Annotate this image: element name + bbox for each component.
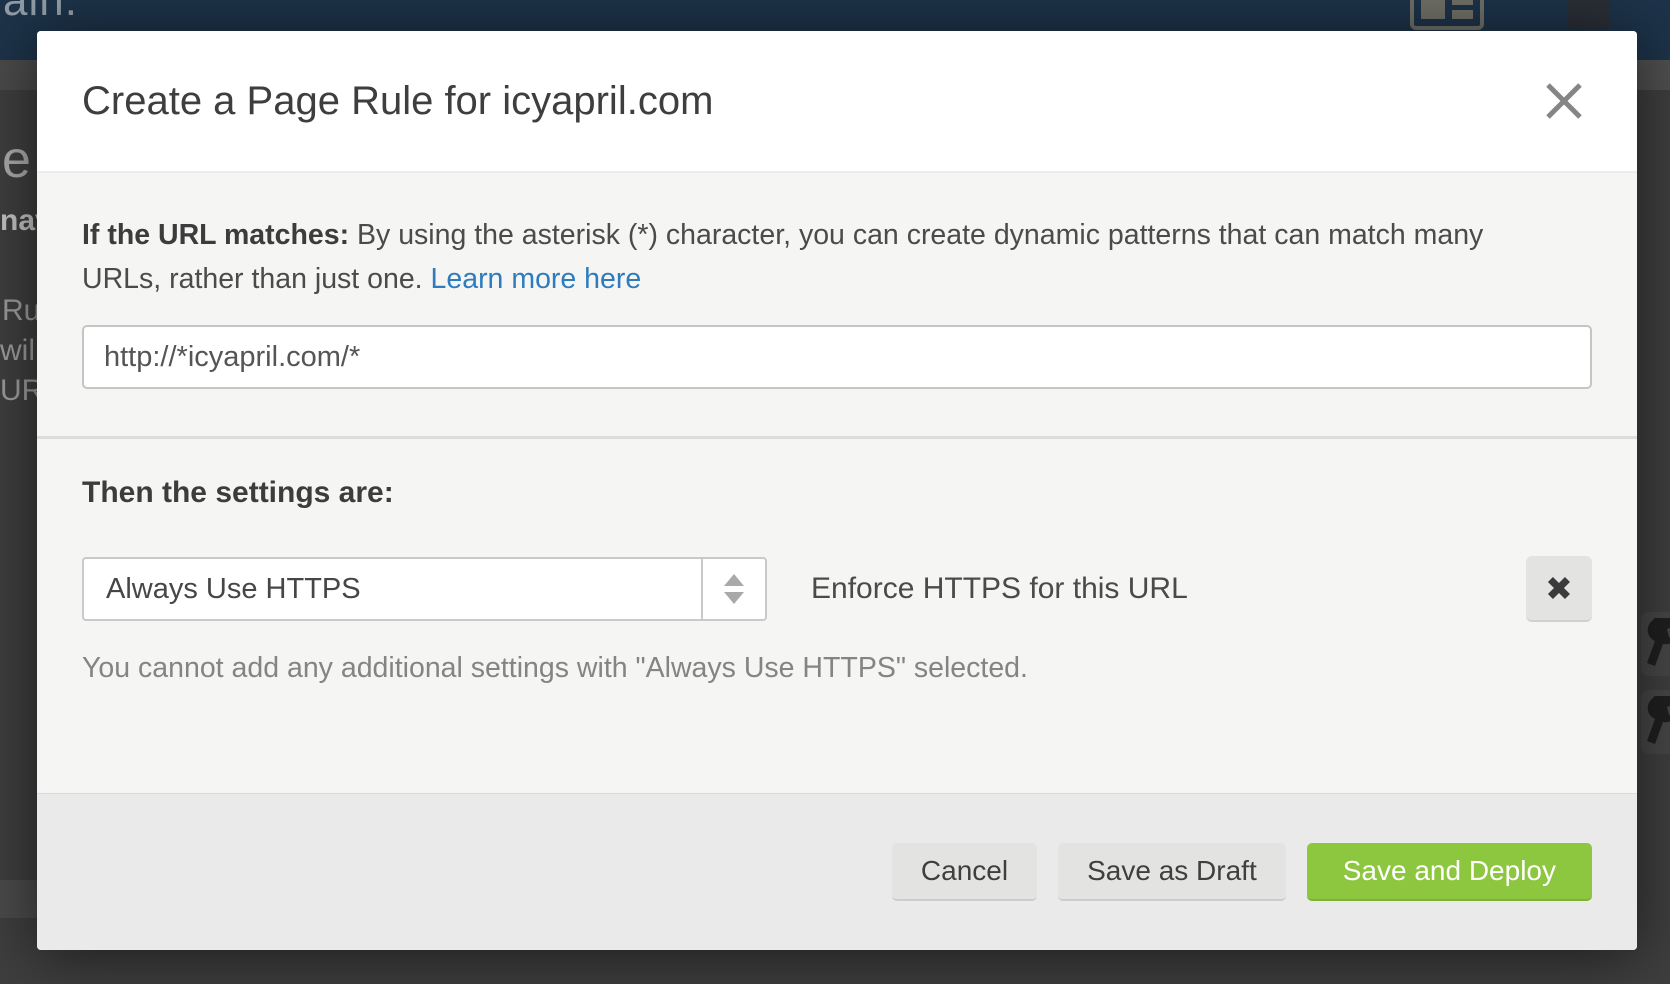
background-domain-text-fragment: ain. [3, 0, 78, 26]
settings-heading: Then the settings are: [82, 476, 1592, 510]
chevron-down-icon [724, 592, 744, 604]
create-page-rule-modal: Create a Page Rule for icyapril.com If t… [37, 31, 1637, 950]
chevron-up-icon [724, 574, 744, 586]
save-as-draft-button[interactable]: Save as Draft [1058, 843, 1286, 901]
url-pattern-input[interactable] [82, 325, 1592, 389]
setting-select-value: Always Use HTTPS [84, 573, 701, 606]
cancel-button[interactable]: Cancel [892, 843, 1037, 901]
setting-description: Enforce HTTPS for this URL [811, 572, 1188, 606]
select-stepper-icon[interactable] [701, 559, 765, 619]
background-band-left-bottom [0, 880, 37, 918]
background-setting-row [1641, 690, 1670, 754]
save-and-deploy-button[interactable]: Save and Deploy [1307, 843, 1592, 901]
background-band-left [0, 60, 37, 90]
modal-body: If the URL matches: By using the asteris… [37, 173, 1637, 685]
url-match-label: If the URL matches: [82, 219, 349, 251]
background-text-fragment: will [0, 334, 42, 368]
modal-footer: Cancel Save as Draft Save and Deploy [37, 793, 1637, 950]
background-text-fragment: e [2, 130, 31, 190]
background-setting-row [1641, 612, 1670, 676]
layout-columns-icon [1410, 0, 1484, 30]
setting-select[interactable]: Always Use HTTPS [82, 557, 767, 621]
setting-note: You cannot add any additional settings w… [82, 652, 1592, 685]
remove-setting-button[interactable]: ✖ [1526, 556, 1592, 622]
learn-more-link[interactable]: Learn more here [431, 263, 642, 295]
remove-x-icon: ✖ [1545, 569, 1573, 608]
background-text-fragment: Ru [2, 294, 40, 328]
setting-row: Always Use HTTPS Enforce HTTPS for this … [82, 556, 1592, 622]
modal-title: Create a Page Rule for icyapril.com [82, 79, 713, 124]
section-divider [37, 436, 1637, 439]
close-icon[interactable] [1536, 73, 1592, 129]
url-match-description: If the URL matches: By using the asteris… [82, 213, 1562, 301]
background-band-right [1637, 60, 1670, 90]
modal-header: Create a Page Rule for icyapril.com [37, 31, 1637, 173]
wrench-icon [1647, 618, 1670, 670]
navbar-partial-icon [1568, 0, 1610, 30]
wrench-icon [1647, 696, 1670, 748]
